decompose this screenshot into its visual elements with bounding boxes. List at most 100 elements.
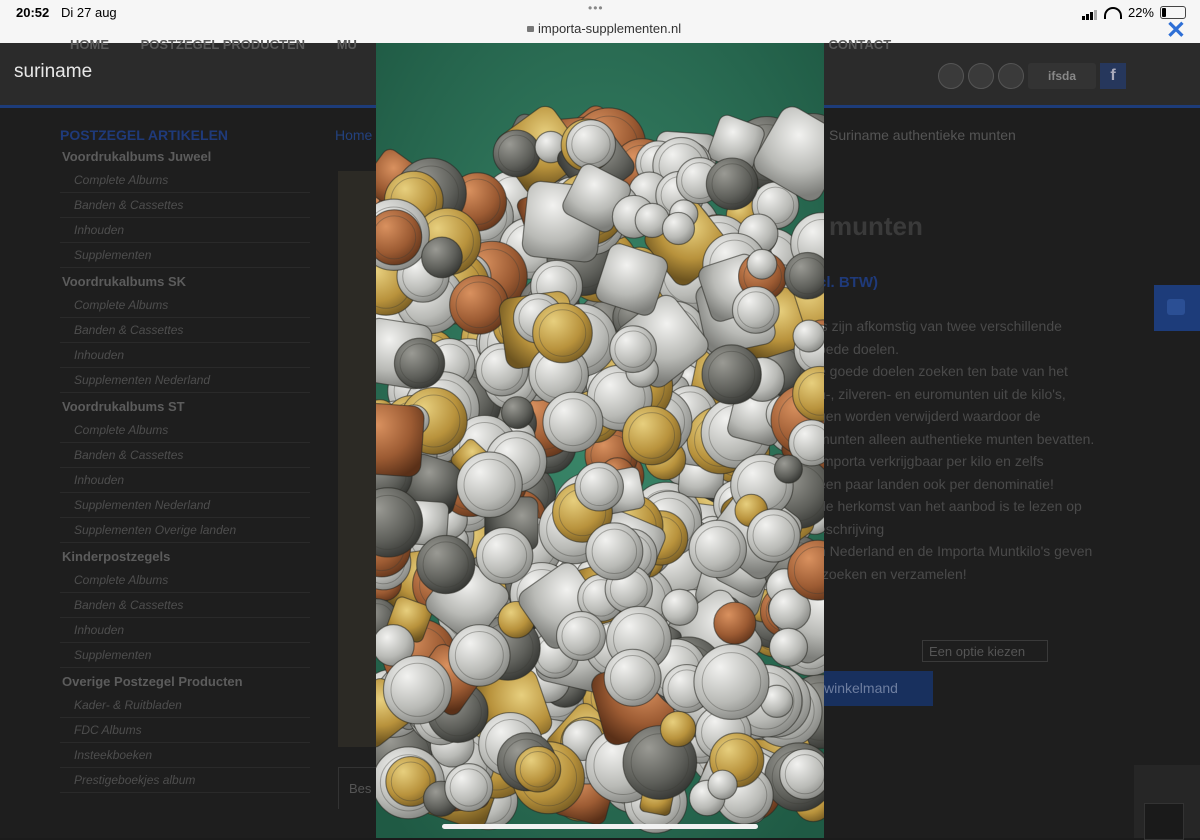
description-line: munten alleen authentieke munten bevatte…	[818, 430, 1095, 447]
sidebar-category[interactable]: Overige Postzegel Producten	[62, 674, 310, 689]
description-line: gen worden verwijderd waardoor de	[818, 408, 1041, 424]
nav-home[interactable]: HOME	[70, 37, 109, 52]
coin	[609, 325, 658, 374]
partner-logo	[968, 63, 994, 89]
coin	[475, 526, 534, 585]
coin	[701, 344, 762, 405]
sidebar-item[interactable]: Inhouden	[60, 343, 310, 368]
description-line: e goede doelen zoeken ten bate van het	[818, 363, 1068, 379]
sidebar: POSTZEGEL ARTIKELEN Voordrukalbums Juwee…	[60, 127, 310, 793]
signal-icon	[1081, 5, 1098, 20]
battery-percent: 22%	[1127, 5, 1154, 20]
sidebar-item[interactable]: Complete Albums	[60, 568, 310, 593]
coin	[585, 522, 644, 581]
coin	[421, 236, 463, 279]
home-indicator[interactable]	[442, 824, 758, 829]
description-line: oede doelen.	[818, 340, 899, 357]
page-title: suriname	[14, 61, 93, 82]
product-description: 's zijn afkomstig van twee verschillende…	[818, 315, 1158, 585]
partner-logo	[938, 63, 964, 89]
coin	[693, 643, 770, 721]
breadcrumb-current: Suriname authentieke munten	[829, 127, 1016, 143]
sidebar-item[interactable]: Complete Albums	[60, 293, 310, 318]
tab-description[interactable]: Bes	[338, 767, 378, 809]
sidebar-item[interactable]: Banden & Cassettes	[60, 318, 310, 343]
coin	[707, 769, 738, 800]
partner-logos: ifsda f	[938, 63, 1126, 89]
breadcrumb-home[interactable]: Home	[335, 127, 372, 143]
coin	[514, 745, 562, 793]
coin	[621, 405, 682, 466]
coin	[565, 119, 617, 170]
multitask-dots-icon[interactable]: •••	[588, 1, 604, 15]
lock-icon	[527, 26, 534, 32]
sidebar-item[interactable]: Insteekboeken	[60, 743, 310, 768]
sidebar-item[interactable]: Supplementen Nederland	[60, 493, 310, 518]
sidebar-item[interactable]: Banden & Cassettes	[60, 443, 310, 468]
sidebar-item[interactable]: Complete Albums	[60, 418, 310, 443]
coin	[731, 285, 780, 334]
arrow-up-icon[interactable]	[1144, 803, 1184, 840]
coin	[779, 748, 824, 800]
sidebar-category[interactable]: Kinderpostzegels	[62, 549, 310, 564]
sidebar-item[interactable]: Supplementen Overige landen	[60, 518, 310, 543]
nav-munten[interactable]: MU	[337, 37, 357, 52]
coin	[444, 763, 494, 812]
sidebar-category[interactable]: Voordrukalbums Juweel	[62, 149, 310, 164]
wifi-icon	[1103, 6, 1122, 19]
product-photo-lightbox[interactable]	[376, 43, 824, 838]
address-bar[interactable]: importa-supplementen.nl	[527, 21, 681, 36]
coin	[456, 451, 523, 519]
coin	[449, 274, 509, 335]
sidebar-item[interactable]: Banden & Cassettes	[60, 193, 310, 218]
sidebar-title: POSTZEGEL ARTIKELEN	[60, 127, 229, 143]
ifsda-logo: ifsda	[1028, 63, 1096, 89]
coin	[768, 627, 809, 667]
product-title: munten	[829, 211, 923, 241]
coin	[746, 508, 801, 563]
description-line: eschrijving	[818, 520, 885, 537]
sidebar-item[interactable]: Inhouden	[60, 218, 310, 243]
nav-postzegel-producten[interactable]: POSTZEGEL PRODUCTEN	[141, 37, 305, 52]
sidebar-item[interactable]: Inhouden	[60, 468, 310, 493]
description-line: een paar landen ook per denominatie!	[818, 475, 1054, 492]
sidebar-item[interactable]: Supplementen	[60, 643, 310, 668]
coin	[574, 461, 625, 512]
date: Di 27 aug	[61, 5, 117, 20]
facebook-icon[interactable]: f	[1100, 63, 1126, 89]
coin	[416, 534, 476, 595]
description-line: 's zijn afkomstig van twee verschillende	[818, 318, 1062, 334]
partner-logo	[998, 63, 1024, 89]
sidebar-item[interactable]: Prestigeboekjes album	[60, 768, 310, 793]
add-to-cart-button[interactable]: winkelmand	[818, 671, 933, 706]
description-line: n Nederland en de Importa Muntkilo's gev…	[818, 543, 1093, 559]
sidebar-item[interactable]: Inhouden	[60, 618, 310, 643]
sidebar-item[interactable]: FDC Albums	[60, 718, 310, 743]
close-icon[interactable]: ✕	[1166, 16, 1186, 45]
sidebar-item[interactable]: Kader- & Ruitbladen	[60, 693, 310, 718]
side-widget-button[interactable]	[1154, 285, 1200, 331]
coin	[661, 211, 696, 246]
sidebar-category[interactable]: Voordrukalbums SK	[62, 274, 310, 289]
coin	[688, 519, 748, 579]
description-line: n-, zilveren- en euromunten uit de kilo'…	[818, 385, 1066, 402]
coin	[555, 610, 607, 662]
coin	[713, 601, 757, 645]
coin	[783, 251, 824, 300]
sidebar-item[interactable]: Banden & Cassettes	[60, 593, 310, 618]
sidebar-item[interactable]: Supplementen	[60, 243, 310, 268]
coin	[746, 248, 778, 280]
cart-icon	[1167, 299, 1185, 315]
sidebar-category[interactable]: Voordrukalbums ST	[62, 399, 310, 414]
coin	[659, 710, 697, 748]
clock: 20:52	[16, 5, 50, 20]
variant-select[interactable]: Een optie kiezen	[922, 640, 1048, 662]
coin	[661, 588, 699, 626]
sidebar-item[interactable]: Complete Albums	[60, 168, 310, 193]
nav-contact[interactable]: CONTACT	[829, 37, 892, 52]
coin	[773, 454, 803, 484]
coin	[500, 396, 535, 430]
product-image[interactable]	[338, 171, 378, 747]
url-text: importa-supplementen.nl	[538, 21, 682, 36]
sidebar-item[interactable]: Supplementen Nederland	[60, 368, 310, 393]
